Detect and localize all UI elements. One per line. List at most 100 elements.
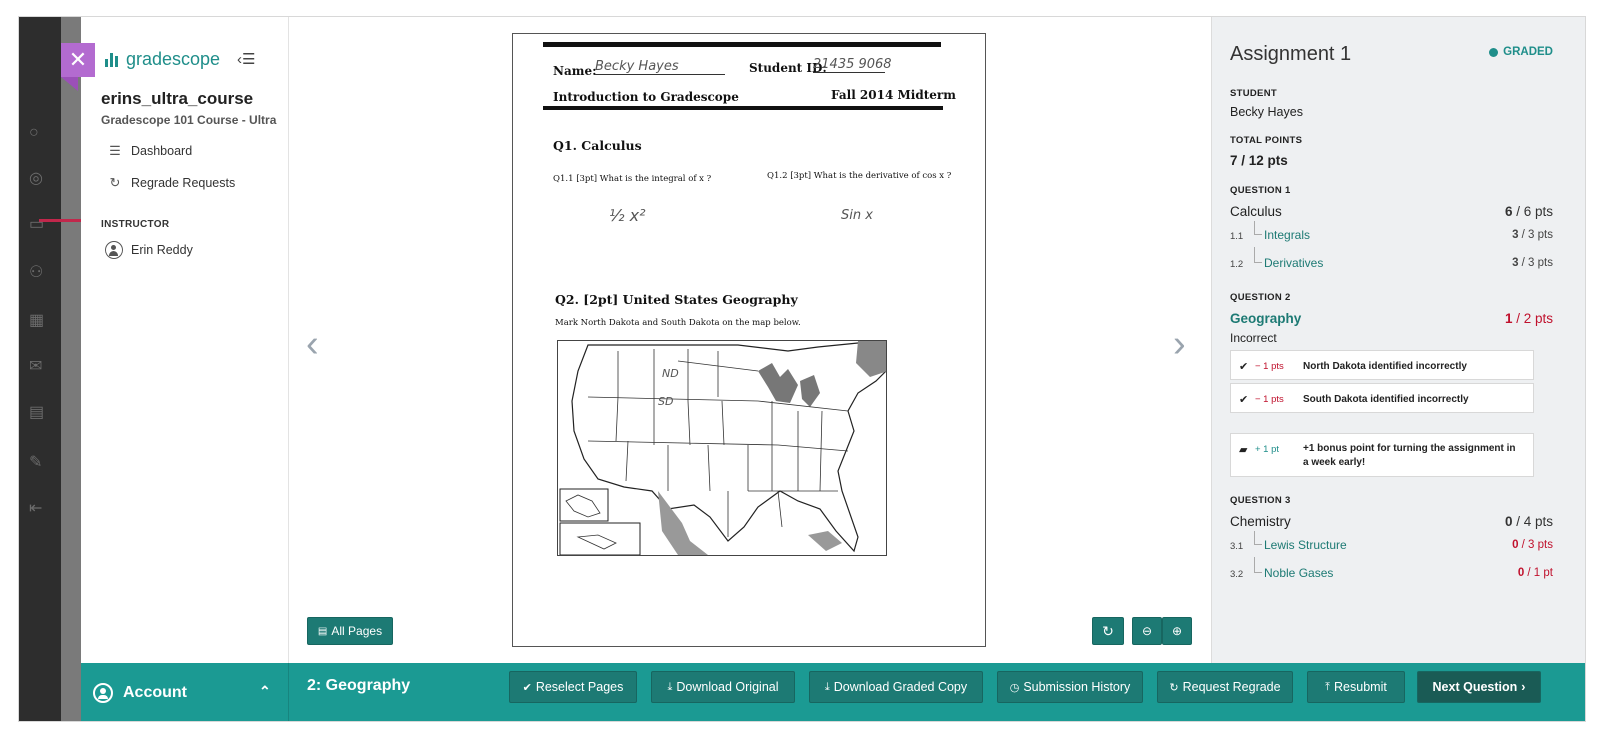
question-2-status: Incorrect (1230, 331, 1277, 345)
rubric-points: − 1 pts (1255, 394, 1284, 405)
top-rule (543, 42, 941, 47)
next-page-arrow[interactable]: › (1173, 323, 1186, 366)
subquestion-score: 0 / 1 pt (1518, 567, 1553, 579)
nav-item-regrade-requests[interactable]: ↻ Regrade Requests (107, 175, 236, 191)
subquestion-score: 0 / 3 pts (1512, 539, 1553, 551)
header-rule (543, 106, 943, 110)
download-original-button[interactable]: ⤓ Download Original (651, 671, 795, 703)
calendar-icon: ▦ (29, 312, 45, 329)
submission-history-button[interactable]: ◷ Submission History (997, 671, 1143, 703)
total-points: 7 / 12 pts (1230, 153, 1288, 168)
score-max: / 2 pts (1512, 311, 1553, 326)
zoom-in-icon: ⊕ (1171, 624, 1183, 638)
tree-connector (1254, 531, 1262, 545)
rubric-item: ✔ − 1 pts South Dakota identified incorr… (1230, 383, 1534, 413)
status-dot-icon (1489, 47, 1499, 57)
previous-page-arrow[interactable]: ‹ (306, 323, 319, 366)
subquestion-lewis-structure-link[interactable]: Lewis Structure (1264, 538, 1347, 552)
user-icon: ○ (29, 124, 39, 141)
q2-title: Q2. [2pt] United States Geography (555, 292, 798, 307)
grades-icon: ▤ (29, 404, 45, 421)
check-icon: ✔ (1239, 394, 1249, 406)
close-button-tail (61, 77, 78, 91)
chevron-right-icon: › (1521, 680, 1526, 694)
clock-icon: ◷ (1009, 681, 1020, 694)
rotate-button[interactable]: ↻ (1092, 617, 1124, 645)
signout-icon: ⇤ (29, 500, 43, 517)
us-map-drawing (558, 341, 886, 555)
q1-2-text: Q1.2 [3pt] What is the derivative of cos… (767, 171, 952, 181)
check-icon: ✔ (1239, 361, 1249, 373)
rubric-text: South Dakota identified incorrectly (1303, 394, 1469, 405)
nav-item-dashboard[interactable]: ☰ Dashboard (107, 143, 192, 159)
globe-icon: ◎ (29, 170, 43, 187)
request-regrade-button[interactable]: ↻ Request Regrade (1157, 671, 1293, 703)
subquestion-noble-gases-link[interactable]: Noble Gases (1264, 566, 1333, 580)
button-label: Next Question (1432, 680, 1518, 694)
reselect-pages-button[interactable]: ✔ Reselect Pages (509, 671, 637, 703)
current-question-title: 2: Geography (307, 677, 411, 694)
account-menu[interactable]: Account ⌃ (81, 663, 289, 721)
student-name: Becky Hayes (1230, 105, 1303, 119)
all-pages-button[interactable]: ▤ All Pages (307, 617, 393, 645)
course-title: erins_ultra_course (101, 89, 254, 108)
score-max: / 6 pts (1512, 204, 1553, 219)
regrade-icon: ↻ (1169, 681, 1179, 694)
comment-points: + 1 pt (1255, 444, 1280, 455)
question-3-name: Chemistry (1230, 514, 1291, 529)
button-label: Request Regrade (1182, 680, 1281, 694)
resubmit-button[interactable]: ⤒ Resubmit (1307, 671, 1405, 703)
grading-summary-panel: Assignment 1 GRADED STUDENT Becky Hayes … (1211, 17, 1585, 663)
zoom-out-button[interactable]: ⊖ (1132, 617, 1162, 645)
brand-logo[interactable]: gradescope (105, 49, 220, 70)
nav-item-label: Regrade Requests (131, 176, 236, 190)
subquestion-number: 3.2 (1230, 569, 1244, 580)
collapse-sidebar-icon[interactable]: ‹☰ (237, 50, 255, 68)
score-max: / 4 pts (1512, 514, 1553, 529)
question-1-score: 6 / 6 pts (1505, 204, 1553, 219)
instructor-name: Erin Reddy (131, 243, 193, 257)
q1-1-answer: ½ x² (609, 206, 646, 225)
q1-2-answer: Sin x (841, 208, 873, 223)
subquestion-score: 3 / 3 pts (1512, 229, 1553, 241)
subquestion-derivatives-link[interactable]: Derivatives (1264, 256, 1323, 270)
upload-icon: ⤒ (1325, 680, 1331, 693)
zoom-in-button[interactable]: ⊕ (1162, 617, 1192, 645)
lms-background-panel (61, 17, 81, 721)
subquestion-number: 1.1 (1230, 231, 1244, 242)
rubric-item: ✔ − 1 pts North Dakota identified incorr… (1230, 350, 1534, 380)
file-icon: ▤ (317, 625, 328, 637)
comment-text: +1 bonus point for turning the assignmen… (1303, 443, 1516, 468)
button-label: Reselect Pages (535, 680, 624, 694)
q1-title: Q1. Calculus (553, 138, 642, 153)
question-2-heading: QUESTION 2 (1230, 292, 1291, 303)
zoom-out-icon: ⊖ (1141, 624, 1153, 638)
button-label: Resubmit (1334, 680, 1387, 694)
account-label: Account (123, 684, 187, 701)
question-3-score: 0 / 4 pts (1505, 514, 1553, 529)
download-graded-copy-button[interactable]: ⤓ Download Graded Copy (809, 671, 983, 703)
nd-annotation: ND (662, 367, 679, 380)
submission-viewer: ‹ › Name: Becky Hayes Student ID: 21435 … (290, 17, 1211, 663)
sd-annotation: SD (658, 395, 674, 408)
student-heading: STUDENT (1230, 88, 1277, 99)
groups-icon: ⚇ (29, 264, 44, 281)
button-label: Download Original (676, 680, 779, 694)
gradescope-logo-icon (105, 52, 118, 67)
chevron-up-icon: ⌃ (259, 683, 271, 699)
tree-connector (1254, 247, 1262, 263)
nav-item-label: Dashboard (131, 144, 193, 158)
avatar-icon (105, 241, 123, 259)
course-subtitle: Gradescope 101 Course - Ultra (101, 113, 277, 127)
instructor-entry[interactable]: Erin Reddy (105, 241, 193, 259)
comment-icon: ▰ (1239, 444, 1248, 456)
status-label: GRADED (1503, 46, 1553, 58)
all-pages-label: All Pages (331, 624, 383, 638)
next-question-button[interactable]: Next Question › (1417, 671, 1541, 703)
close-button[interactable]: ✕ (61, 43, 95, 77)
question-2-name[interactable]: Geography (1230, 311, 1301, 326)
score-max: / 1 pt (1524, 567, 1553, 579)
subquestion-integrals-link[interactable]: Integrals (1264, 228, 1310, 242)
dashboard-icon: ☰ (109, 143, 121, 158)
instructor-heading: INSTRUCTOR (101, 219, 170, 230)
